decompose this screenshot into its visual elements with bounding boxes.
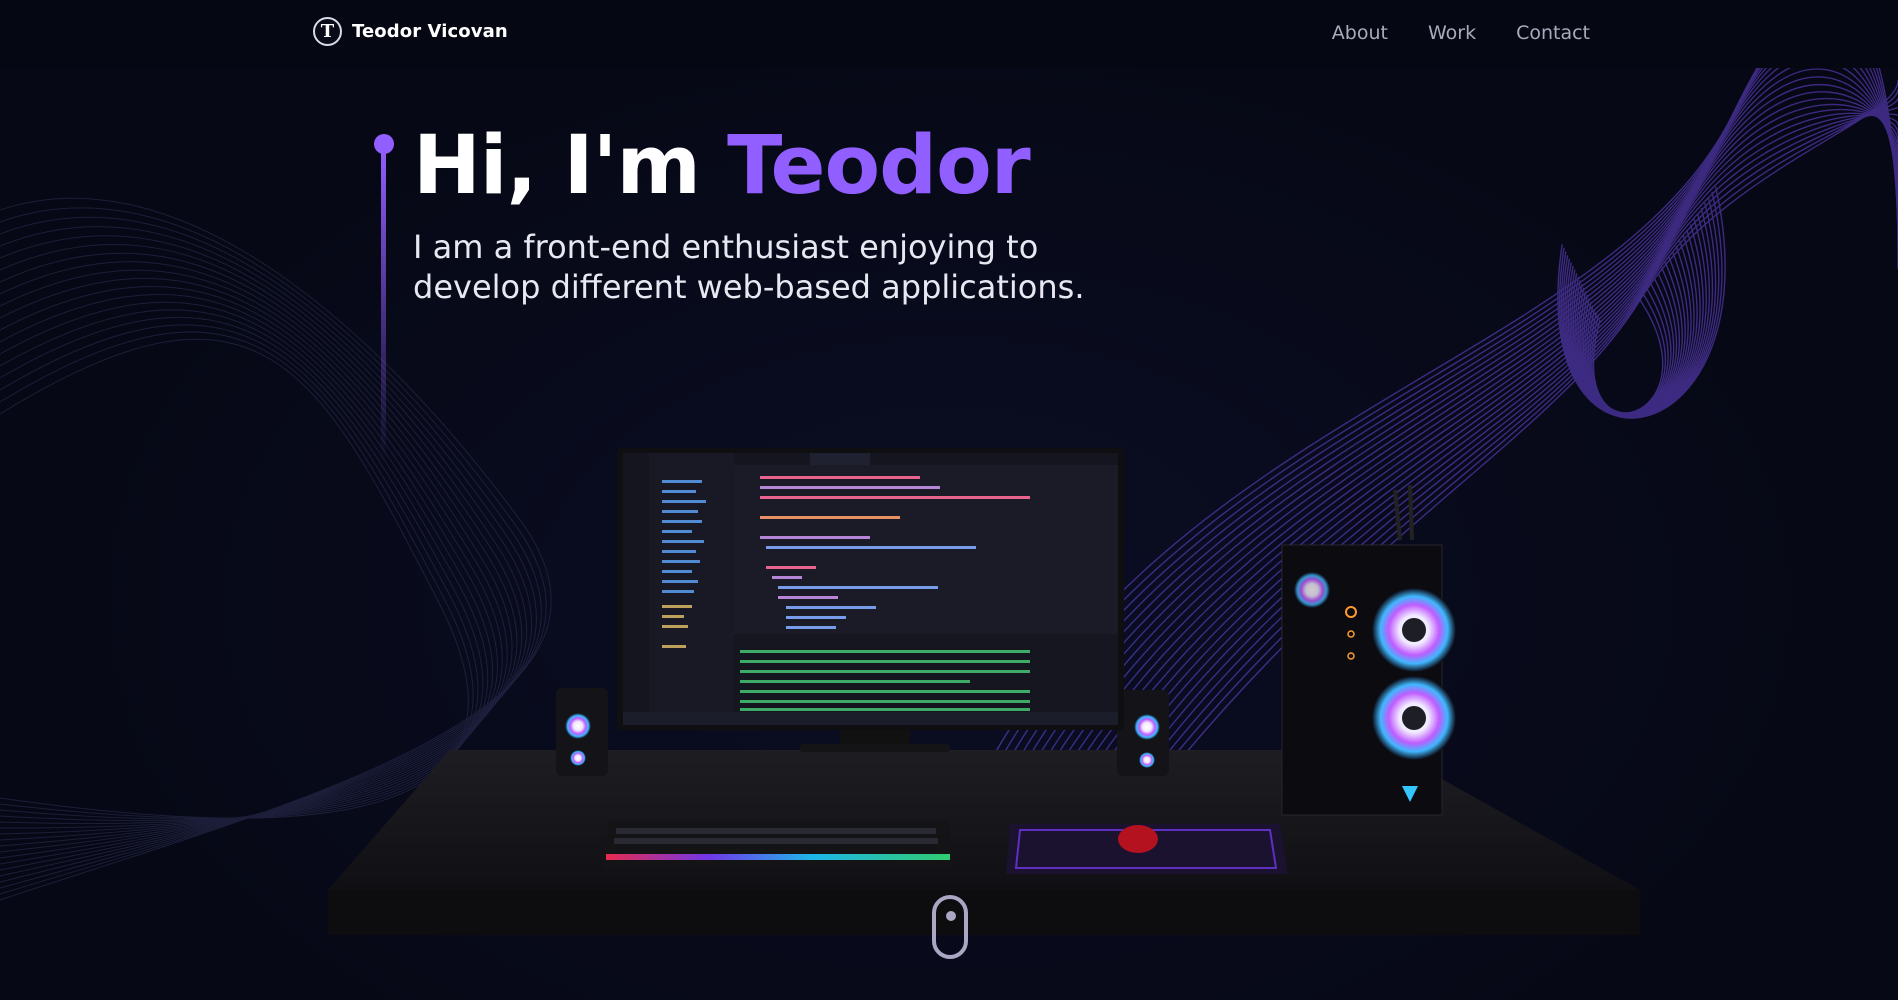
t-monogram-icon: T	[313, 17, 342, 46]
mouse-scroll-icon[interactable]	[932, 895, 968, 959]
desktop-pc-3d-scene[interactable]	[320, 440, 1660, 950]
hero-title: Hi, I'm Teodor	[413, 119, 1031, 213]
left-speaker	[556, 688, 608, 776]
nav-links: About Work Contact	[1332, 22, 1590, 44]
pc-tower	[1281, 484, 1456, 816]
hero-name: Teodor	[727, 119, 1031, 213]
right-speaker	[1117, 690, 1169, 776]
top-navbar: T Teodor Vicovan About Work Contact	[0, 0, 1898, 68]
mousepad	[1006, 824, 1288, 874]
hero-subtitle: I am a front-end enthusiast enjoying to …	[413, 228, 1085, 306]
keyboard	[602, 820, 954, 868]
brand-name: Teodor Vicovan	[352, 21, 508, 42]
nav-link-contact[interactable]: Contact	[1516, 22, 1590, 44]
monitor	[617, 448, 1124, 752]
scroll-dot	[946, 911, 956, 921]
logo-link[interactable]: T Teodor Vicovan	[313, 17, 508, 46]
desk	[328, 750, 1640, 935]
nav-link-about[interactable]: About	[1332, 22, 1388, 44]
hero-greeting: Hi, I'm	[413, 119, 728, 213]
nav-link-work[interactable]: Work	[1428, 22, 1476, 44]
hero-timeline-line	[381, 150, 386, 460]
